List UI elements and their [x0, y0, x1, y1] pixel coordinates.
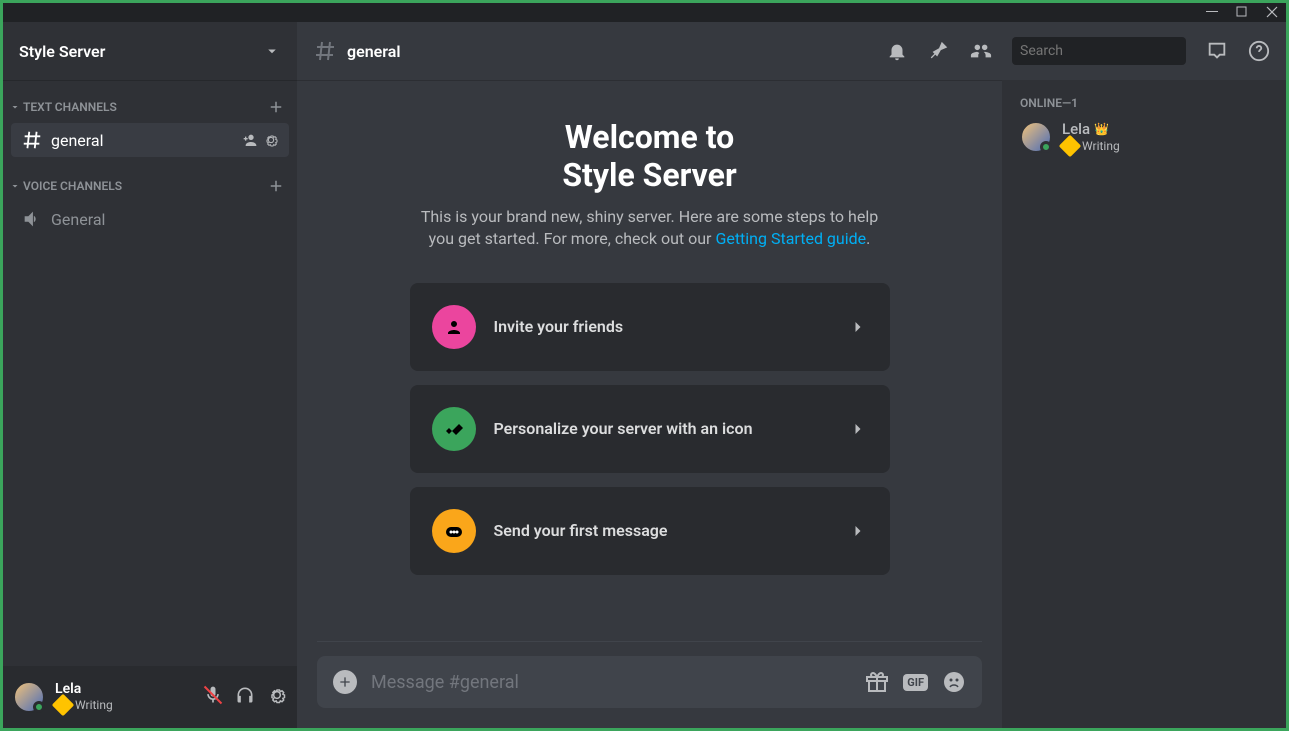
window-minimize-icon[interactable] — [1206, 3, 1218, 22]
channel-name: general — [51, 131, 241, 150]
window-close-icon[interactable] — [1266, 3, 1278, 22]
mute-mic-button[interactable] — [203, 685, 223, 709]
add-channel-icon[interactable] — [267, 98, 285, 116]
hash-icon — [313, 39, 337, 63]
invite-friends-card[interactable]: Invite your friends — [410, 283, 890, 371]
chevron-right-icon — [848, 317, 868, 337]
search-box[interactable] — [1012, 37, 1186, 65]
chevron-right-icon — [848, 419, 868, 439]
chevron-down-icon — [9, 180, 21, 192]
window-titlebar — [0, 0, 1289, 22]
message-input[interactable] — [371, 672, 851, 693]
gif-button[interactable]: GIF — [903, 674, 928, 691]
personalize-server-card[interactable]: Personalize your server with an icon — [410, 385, 890, 473]
main-area: general Welcome to Style Server — [297, 22, 1286, 728]
members-header: ONLINE—1 — [1012, 96, 1276, 110]
headphones-icon[interactable] — [235, 685, 255, 705]
members-icon[interactable] — [970, 40, 992, 62]
card-title: Invite your friends — [494, 317, 830, 336]
channel-title: general — [347, 42, 876, 61]
user-name: Lela — [55, 681, 193, 697]
gear-icon[interactable] — [263, 132, 279, 148]
status-emoji-icon — [1059, 135, 1082, 158]
status-emoji-icon — [52, 694, 75, 717]
members-panel: ONLINE—1 Lela 👑 Writing — [1002, 80, 1286, 728]
user-avatar[interactable] — [13, 681, 45, 713]
server-name: Style Server — [19, 42, 105, 61]
voice-channels-category[interactable]: VOICE CHANNELS — [3, 171, 297, 201]
member-lela[interactable]: Lela 👑 Writing — [1012, 116, 1276, 158]
text-channels-category[interactable]: TEXT CHANNELS — [3, 92, 297, 122]
add-channel-icon[interactable] — [267, 177, 285, 195]
message-icon — [432, 509, 476, 553]
personalize-icon — [432, 407, 476, 451]
hash-icon — [21, 129, 43, 151]
attach-button[interactable] — [333, 670, 357, 694]
category-label: VOICE CHANNELS — [23, 179, 122, 193]
bell-icon[interactable] — [886, 40, 908, 62]
chevron-down-icon — [9, 101, 21, 113]
channel-sidebar: Style Server TEXT CHANNELS general — [3, 22, 297, 728]
category-label: TEXT CHANNELS — [23, 100, 117, 114]
welcome-title-line2: Style Server — [562, 156, 736, 194]
invite-icon — [432, 305, 476, 349]
status-online-icon — [1040, 141, 1052, 153]
channel-name: General — [51, 210, 279, 229]
crown-icon: 👑 — [1094, 122, 1109, 136]
channel-general[interactable]: general — [11, 123, 289, 157]
chevron-right-icon — [848, 521, 868, 541]
search-input[interactable] — [1020, 43, 1198, 59]
gift-icon[interactable] — [865, 670, 889, 694]
help-icon[interactable] — [1248, 40, 1270, 62]
voice-channel-general[interactable]: General — [11, 202, 289, 236]
window-maximize-icon[interactable] — [1236, 3, 1248, 22]
message-input-box[interactable]: GIF — [317, 656, 982, 708]
card-title: Personalize your server with an icon — [494, 419, 830, 438]
speaker-icon — [21, 208, 43, 230]
user-status: Writing — [55, 697, 193, 713]
emoji-icon[interactable] — [942, 670, 966, 694]
card-title: Send your first message — [494, 521, 830, 540]
invite-icon[interactable] — [241, 132, 257, 148]
settings-gear-icon[interactable] — [267, 685, 287, 705]
chevron-down-icon — [263, 42, 281, 60]
channel-header: general — [297, 22, 1286, 80]
member-status: Writing — [1062, 138, 1120, 154]
user-panel: Lela Writing — [3, 666, 297, 728]
status-online-icon — [33, 701, 45, 713]
member-avatar — [1020, 121, 1052, 153]
getting-started-link[interactable]: Getting Started guide — [715, 229, 866, 248]
welcome-subtitle: This is your brand new, shiny server. He… — [420, 206, 880, 251]
first-message-card[interactable]: Send your first message — [410, 487, 890, 575]
divider — [317, 641, 982, 642]
inbox-icon[interactable] — [1206, 40, 1228, 62]
welcome-title-line1: Welcome to — [565, 118, 734, 156]
pin-icon[interactable] — [928, 40, 950, 62]
server-header[interactable]: Style Server — [3, 22, 297, 80]
welcome-section: Welcome to Style Server This is your bra… — [317, 100, 982, 617]
